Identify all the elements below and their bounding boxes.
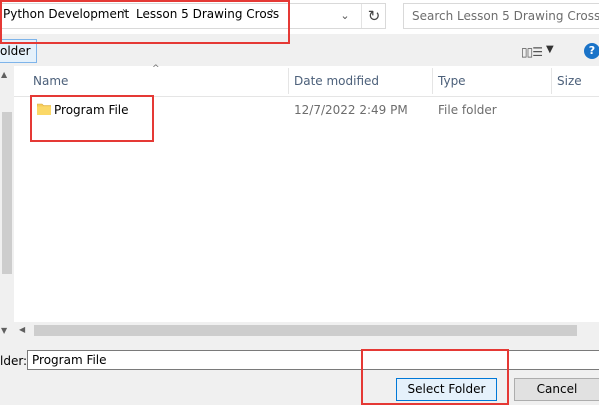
scroll-down-icon[interactable]: ▼ bbox=[1, 326, 7, 335]
vertical-scrollbar-thumb[interactable] bbox=[2, 112, 12, 274]
annotation-box-select-folder bbox=[361, 349, 509, 405]
horizontal-scrollbar-thumb[interactable] bbox=[34, 325, 577, 336]
address-dropdown-icon[interactable]: ⌄ bbox=[332, 5, 358, 27]
new-folder-label: older bbox=[0, 44, 31, 58]
column-header-name[interactable]: Name bbox=[33, 74, 68, 88]
help-icon[interactable]: ? bbox=[584, 43, 599, 59]
folder-label: lder: bbox=[0, 354, 28, 368]
annotation-box-address bbox=[0, 0, 290, 44]
folder-name-field[interactable]: Program File bbox=[27, 350, 599, 370]
column-divider[interactable] bbox=[551, 68, 552, 94]
search-placeholder: Search Lesson 5 Drawing Cross bbox=[412, 9, 599, 23]
dialog-footer bbox=[0, 339, 599, 405]
view-options-icon[interactable]: ▯▯☰ bbox=[521, 45, 543, 59]
column-divider[interactable] bbox=[432, 68, 433, 94]
file-type: File folder bbox=[438, 103, 497, 117]
scroll-left-icon[interactable]: ◀ bbox=[19, 325, 25, 334]
column-header-size[interactable]: Size bbox=[557, 74, 582, 88]
cancel-button[interactable]: Cancel bbox=[514, 378, 599, 401]
view-dropdown-icon[interactable]: ▼ bbox=[546, 44, 554, 55]
refresh-icon[interactable]: ↻ bbox=[361, 4, 386, 28]
column-header-type[interactable]: Type bbox=[438, 74, 466, 88]
search-input[interactable]: Search Lesson 5 Drawing Cross bbox=[403, 3, 599, 29]
file-date-modified: 12/7/2022 2:49 PM bbox=[294, 103, 408, 117]
column-divider[interactable] bbox=[288, 68, 289, 94]
column-header-date-modified[interactable]: Date modified bbox=[294, 74, 379, 88]
annotation-box-program-file bbox=[30, 95, 154, 142]
folder-name-value: Program File bbox=[32, 353, 107, 367]
sort-ascending-icon: ^ bbox=[152, 64, 160, 74]
scroll-up-icon[interactable]: ▲ bbox=[1, 70, 7, 79]
